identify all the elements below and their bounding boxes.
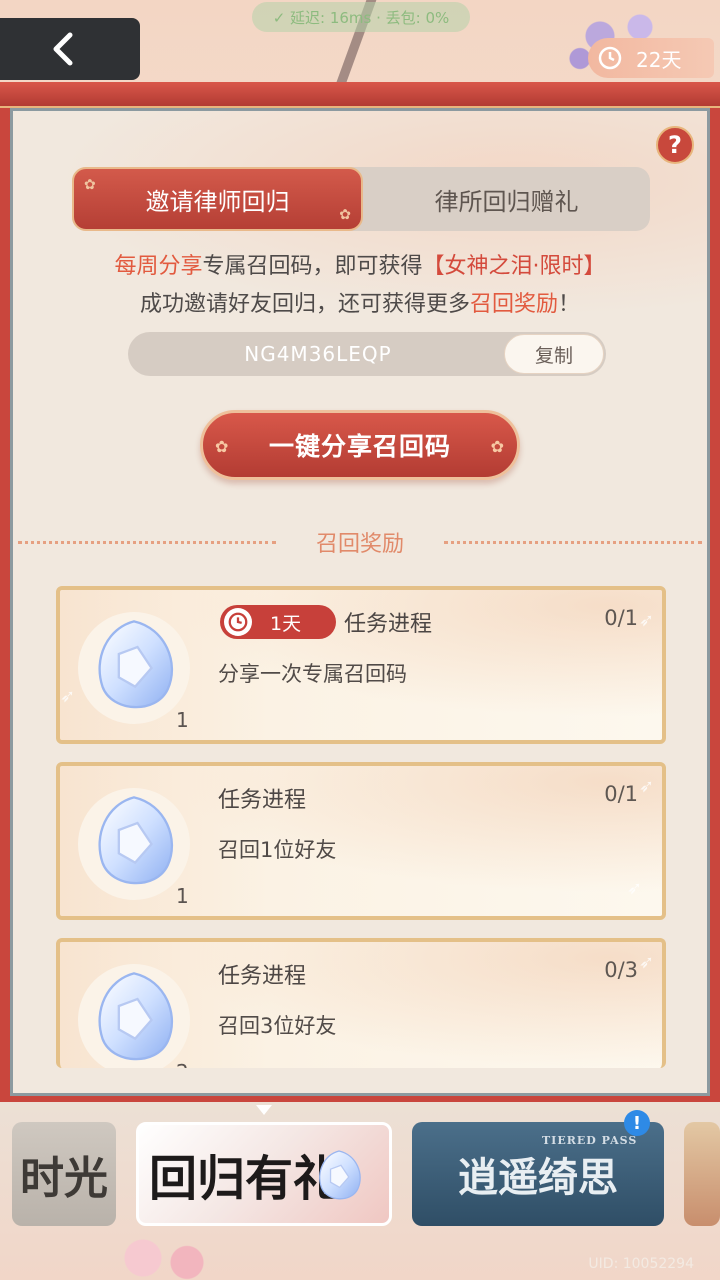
network-status-pill: ✓ 延迟: 16ms · 丢包: 0% [252,2,470,32]
reward-item-frame[interactable] [78,612,190,724]
flower-decoration [110,1236,220,1280]
event-timer-badge: 22天 [588,38,714,78]
task-description: 召回1位好友 [218,838,337,862]
clock-icon [224,608,252,636]
arrow-decoration-icon: ➶ [638,610,654,631]
goddess-tear-gem-icon [98,972,173,1061]
reward-item-frame[interactable] [78,964,190,1068]
time-limit-label: 1天 [270,612,302,635]
task-progress: 0/1 [604,606,638,630]
help-button[interactable]: ? [656,126,694,164]
banner-next[interactable] [684,1122,720,1226]
panel-rim [0,82,720,108]
arrow-decoration-icon: ➶ [638,776,654,797]
tab-invite-lawyer[interactable]: 邀请律师回归 [72,167,363,231]
recall-code-value: NG4M36LEQP [244,342,392,366]
tab-bar: 邀请律师回归 律所回归赠礼 [72,167,650,231]
banner-tiered-pass[interactable]: TIERED PASS 逍遥绮思 [412,1122,664,1226]
goddess-tear-gem-icon [98,620,173,709]
arrow-decoration-icon: ➶ [626,878,642,899]
goddess-tear-gem-icon [98,796,173,885]
task-progress: 0/1 [604,782,638,806]
recall-code-field: NG4M36LEQP 复制 [128,332,606,376]
back-button[interactable] [0,18,140,80]
arrow-decoration-icon: ➶ [638,952,654,973]
banner-time-event[interactable]: 时光 [12,1122,116,1226]
copy-button[interactable]: 复制 [504,334,604,374]
description-line-1: 每周分享专属召回码，即可获得【女神之泪·限时】 [114,254,606,279]
task-progress: 0/3 [604,958,638,982]
tab-firm-gifts[interactable]: 律所回归赠礼 [363,167,650,231]
banner-label: 逍遥绮思 [458,1154,618,1201]
task-description: 召回3位好友 [218,1014,337,1038]
flower-ornament-icon: ✿ [490,437,505,456]
banner-sublabel: TIERED PASS [542,1134,638,1147]
reward-card: ➶ ➶ 1 任务进程 0/1 召回1位好友 [56,762,666,920]
share-button-label: 一键分享召回码 [268,432,451,461]
task-title: 任务进程 [344,612,433,637]
section-divider-right [444,541,702,544]
notification-badge: ! [624,1110,650,1136]
reward-item-frame[interactable] [78,788,190,900]
chevron-left-icon [53,32,73,66]
flower-ornament-icon: ✿ [215,437,230,456]
banner-return-gift[interactable]: 回归有礼 [136,1122,392,1226]
reward-quantity: 2 [176,1060,189,1068]
user-id: UID: 10052294 [588,1256,694,1272]
task-description: 分享一次专属召回码 [218,662,407,686]
reward-quantity: 1 [176,884,189,908]
timer-label: 22天 [636,47,682,72]
description-line-2: 成功邀请好友回归，还可获得更多召回奖励！ [139,292,581,317]
banner-label: 时光 [20,1153,108,1204]
reward-card: ➶ 2 任务进程 0/3 召回3位好友 [56,938,666,1068]
time-limit-badge: 1天 [220,605,336,639]
clock-icon [598,46,622,70]
task-title: 任务进程 [218,788,307,813]
reward-quantity: 1 [176,708,189,732]
share-code-button[interactable]: ✿ 一键分享召回码 ✿ [200,410,520,480]
reward-card: ➶ ➶ 1 1天 任务进程 0/1 分享一次专属召回码 [56,586,666,744]
task-title: 任务进程 [218,964,307,989]
goddess-tear-gem-icon [319,1150,361,1200]
selected-caret-icon [256,1105,272,1115]
arrow-decoration-icon: ➶ [60,686,76,707]
